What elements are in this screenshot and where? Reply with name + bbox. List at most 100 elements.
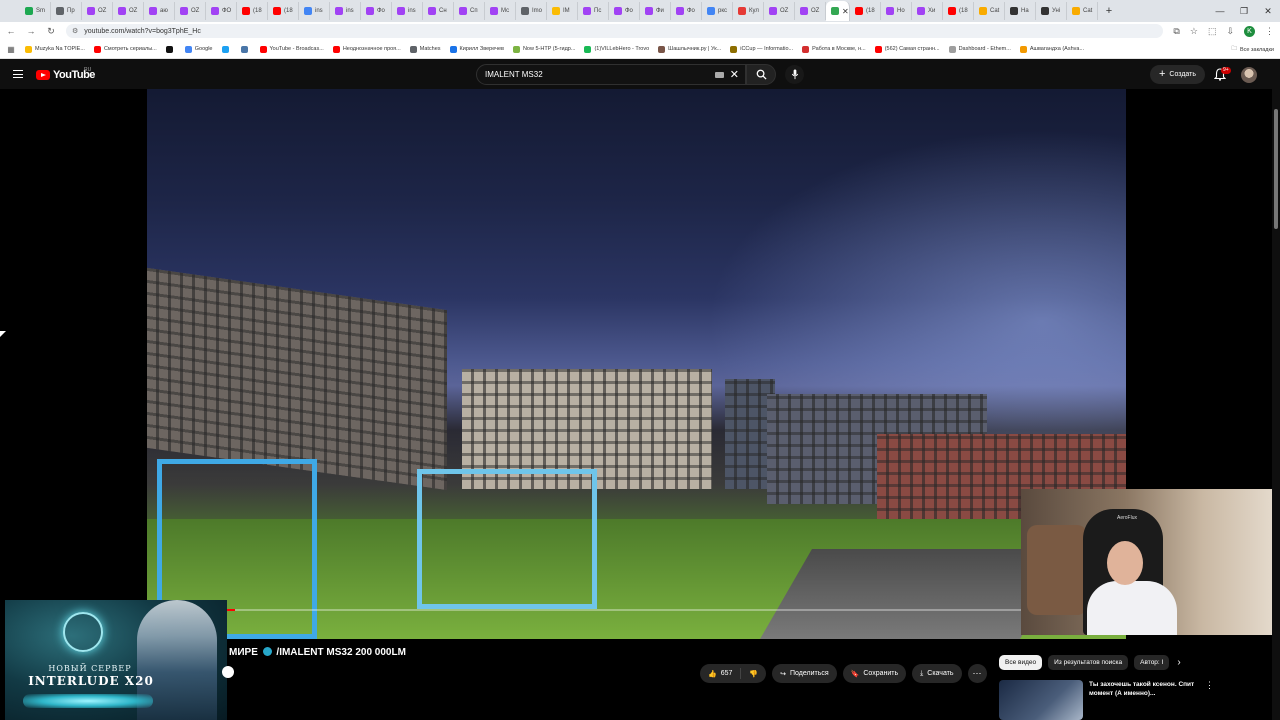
tab-a-20[interactable]: Фи xyxy=(640,2,671,20)
dislike-button[interactable]: 👎 xyxy=(741,664,766,683)
tab-b-2[interactable]: Хи xyxy=(912,2,943,20)
extensions-icon[interactable]: ⬚ xyxy=(1208,26,1217,37)
like-button[interactable]: 👍 657 xyxy=(700,664,740,683)
bookmark-item[interactable]: Ашвагандха (Ashva... xyxy=(1019,45,1084,53)
bookmark-item[interactable]: (562) Самая странн... xyxy=(874,45,940,53)
chevron-right-icon[interactable]: › xyxy=(1177,657,1180,668)
tab-a-5[interactable]: OZ xyxy=(175,2,206,20)
tab-a-21[interactable]: Фо xyxy=(671,2,702,20)
profile-avatar[interactable]: K xyxy=(1244,25,1255,37)
profile-icon[interactable]: ⇩ xyxy=(1226,26,1234,37)
close-icon[interactable]: ✕ xyxy=(842,7,849,16)
tab-active[interactable]: ✕ xyxy=(826,1,850,21)
new-tab-button[interactable]: + xyxy=(1102,5,1116,17)
tab-a-10[interactable]: ins xyxy=(330,2,361,20)
tab-a-15[interactable]: Мс xyxy=(485,2,516,20)
reload-icon[interactable]: ↻ xyxy=(46,26,56,37)
tab-a-23[interactable]: Кул xyxy=(733,2,764,20)
recommended-title[interactable]: Ты захочешь такой ксенон. Спит момент (А… xyxy=(1089,680,1199,720)
tab-a-16[interactable]: Imo xyxy=(516,2,547,20)
tab-a-19[interactable]: Фо xyxy=(609,2,640,20)
recommended-thumbnail[interactable] xyxy=(999,680,1083,720)
browser-menu-icon[interactable]: ⋮ xyxy=(1265,26,1274,37)
recommended-video[interactable]: Ты захочешь такой ксенон. Спит момент (А… xyxy=(999,680,1280,720)
search-input[interactable]: IMALENT MS32 ✕ xyxy=(476,64,746,85)
share-button[interactable]: ↪ Поделиться xyxy=(772,664,837,683)
save-button[interactable]: 🔖 Сохранить xyxy=(842,664,907,683)
all-bookmarks[interactable]: 🗀 Все закладки xyxy=(1225,40,1274,58)
ad-banner[interactable]: НОВЫЙ СЕРВЕР INTERLUDE X20 xyxy=(5,600,227,720)
tab-a-1[interactable]: Пр xyxy=(51,2,82,20)
menu-icon[interactable] xyxy=(13,70,23,78)
tab-a-0[interactable]: Sm xyxy=(20,2,51,20)
bookmark-item[interactable]: Неоднозначное проя... xyxy=(332,45,401,53)
bookmark-item[interactable]: Кирилл Зверечев xyxy=(449,45,504,53)
account-avatar[interactable] xyxy=(1241,67,1257,83)
bookmark-item[interactable]: Matches xyxy=(409,45,441,53)
chip-all-videos[interactable]: Все видео xyxy=(999,655,1043,670)
tab-a-14[interactable]: Сп xyxy=(454,2,485,20)
tab-b-4[interactable]: Cat xyxy=(974,2,1005,20)
bookmark-item[interactable]: Работа в Москве, н... xyxy=(802,45,866,53)
bookmark-item[interactable]: iCCup — Informatio... xyxy=(730,45,793,53)
forward-icon[interactable]: → xyxy=(26,26,36,36)
tab-b-1[interactable]: Но xyxy=(881,2,912,20)
tab-a-11[interactable]: Фо xyxy=(361,2,392,20)
site-info-icon[interactable]: ⚙ xyxy=(72,27,78,35)
chip-author[interactable]: Автор: I xyxy=(1134,655,1170,670)
maximize-icon[interactable]: ❐ xyxy=(1232,6,1256,17)
search-button[interactable] xyxy=(746,64,776,85)
apps-icon[interactable]: ▦ xyxy=(6,45,16,54)
minimize-icon[interactable]: — xyxy=(1208,6,1232,16)
tab-a-22[interactable]: ркс xyxy=(702,2,733,20)
bookmark-item[interactable]: Muzyka Na TOPIE... xyxy=(25,45,85,53)
chip-from-search[interactable]: Из результатов поиска xyxy=(1048,655,1129,670)
bookmark-item[interactable]: YouTube - Broadcas... xyxy=(259,45,324,53)
bookmark-item[interactable]: Now 5-HTP (5-гидр... xyxy=(512,45,575,53)
voice-search-button[interactable] xyxy=(785,65,804,84)
bookmark-item[interactable]: Смотреть сериалы... xyxy=(93,45,157,53)
tab-a-3[interactable]: OZ xyxy=(113,2,144,20)
scrollbar-thumb[interactable] xyxy=(1274,109,1278,229)
install-icon[interactable]: ⧉ xyxy=(1173,26,1179,37)
all-bookmarks-label: Все закладки xyxy=(1239,46,1274,53)
download-button[interactable]: ⤓ Скачать xyxy=(912,664,962,683)
bookmark-item[interactable]: (1)VILLebHero - Trovo xyxy=(584,45,649,53)
tab-a-9[interactable]: ins xyxy=(299,2,330,20)
tab-a-12[interactable]: ins xyxy=(392,2,423,20)
bookmark-item[interactable]: Dashboard - Ethem... xyxy=(948,45,1011,53)
bookmark-item[interactable]: Шашлычник.ру | Ук... xyxy=(658,45,721,53)
page-scrollbar[interactable] xyxy=(1272,89,1280,720)
tab-a-6[interactable]: ФО xyxy=(206,2,237,20)
tab-b-7[interactable]: Cat xyxy=(1067,2,1098,20)
bookmark-item[interactable] xyxy=(240,45,251,53)
star-icon[interactable]: ☆ xyxy=(1190,26,1198,37)
tab-a-18[interactable]: Пс xyxy=(578,2,609,20)
clear-icon[interactable]: ✕ xyxy=(730,68,739,81)
tab-b-0[interactable]: (18 xyxy=(850,2,881,20)
create-button[interactable]: + Создать xyxy=(1150,65,1205,84)
tab-a-25[interactable]: OZ xyxy=(795,2,826,20)
url-field[interactable]: ⚙ youtube.com/watch?v=bog3TphE_Hc xyxy=(66,24,1164,38)
tab-b-5[interactable]: На xyxy=(1005,2,1036,20)
bookmark-item[interactable] xyxy=(221,45,232,53)
tab-a-2[interactable]: OZ xyxy=(82,2,113,20)
more-actions-icon[interactable]: ⋯ xyxy=(967,664,987,683)
tab-a-24[interactable]: OZ xyxy=(764,2,795,20)
tab-a-7[interactable]: (18 xyxy=(237,2,268,20)
tab-a-4[interactable]: аю xyxy=(144,2,175,20)
video-progress-bar[interactable] xyxy=(147,609,1126,611)
channel-avatar[interactable] xyxy=(222,666,234,678)
tab-a-8[interactable]: (18 xyxy=(268,2,299,20)
bookmark-item[interactable]: Google xyxy=(184,45,213,53)
tab-a-13[interactable]: Сн xyxy=(423,2,454,20)
keyboard-icon[interactable] xyxy=(714,71,724,78)
tab-b-3[interactable]: (18 xyxy=(943,2,974,20)
tab-b-6[interactable]: Уні xyxy=(1036,2,1067,20)
tab-a-17[interactable]: IM xyxy=(547,2,578,20)
back-icon[interactable]: ← xyxy=(6,26,16,36)
kebab-menu-icon[interactable]: ⋮ xyxy=(1205,680,1214,720)
close-window-icon[interactable]: ✕ xyxy=(1256,6,1280,17)
bookmark-item[interactable] xyxy=(165,45,176,53)
video-player[interactable] xyxy=(147,89,1126,639)
